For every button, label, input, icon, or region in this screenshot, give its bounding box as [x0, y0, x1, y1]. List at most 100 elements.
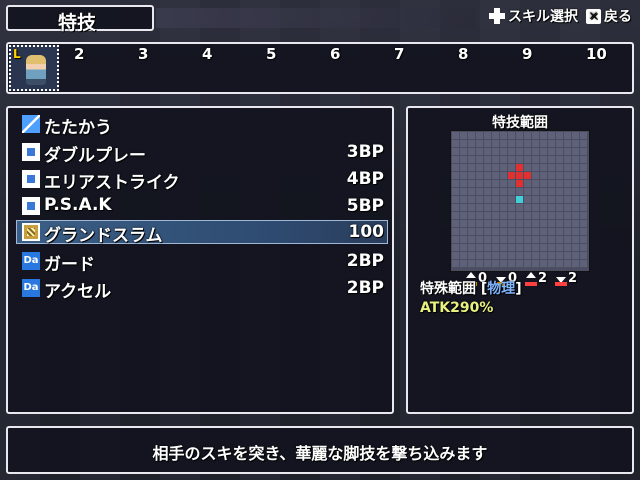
grid-cell — [540, 212, 547, 219]
party-slot-10[interactable]: 10 — [586, 45, 607, 63]
grid-cell — [580, 252, 587, 259]
party-slot-8[interactable]: 8 — [458, 45, 468, 63]
grid-cell — [492, 196, 499, 203]
grid-cell — [468, 172, 475, 179]
party-bar: L 2 3 4 5 6 7 8 9 10 — [6, 42, 634, 94]
range-grid-svg — [452, 132, 587, 267]
grid-cell — [468, 132, 475, 139]
gold-skill-icon — [22, 223, 40, 241]
skill-row-grand-slam[interactable]: グランドスラム 100 — [22, 220, 388, 246]
party-slot-9[interactable]: 9 — [522, 45, 532, 63]
grid-cell — [540, 236, 547, 243]
grid-cell — [508, 164, 515, 171]
grid-cell — [460, 140, 467, 147]
grid-cell — [532, 236, 539, 243]
grid-cell — [468, 228, 475, 235]
title-box: 特技 — [6, 5, 154, 34]
grid-cell — [452, 220, 459, 227]
grid-cell — [500, 220, 507, 227]
grid-cell — [532, 180, 539, 187]
grid-cell — [500, 244, 507, 251]
leader-badge: L — [13, 47, 21, 61]
grid-cell — [572, 156, 579, 163]
party-slot-1[interactable]: L — [9, 45, 59, 91]
grid-cell — [548, 236, 555, 243]
grid-cell — [572, 204, 579, 211]
grid-cell — [572, 236, 579, 243]
party-slot-3[interactable]: 3 — [138, 45, 148, 63]
grid-cell — [548, 228, 555, 235]
range-title: 特技範囲 — [492, 115, 548, 131]
grid-cell — [484, 236, 491, 243]
grid-cell — [572, 220, 579, 227]
grid-cell — [452, 132, 459, 139]
skill-name: ダブルプレー — [44, 146, 146, 166]
grid-cell — [460, 172, 467, 179]
grid-cell — [556, 236, 563, 243]
grid-cell — [580, 148, 587, 155]
grid-cell — [508, 148, 515, 155]
grid-cell — [500, 164, 507, 171]
grid-cell — [476, 140, 483, 147]
x-button-icon: ✕ — [586, 8, 601, 24]
grid-cell — [524, 212, 531, 219]
grid-cell — [580, 132, 587, 139]
grid-cell — [468, 148, 475, 155]
target-cell — [524, 172, 531, 179]
stat-value: 2 — [568, 271, 578, 286]
grid-cell — [564, 148, 571, 155]
range-type-close: ] — [515, 281, 522, 297]
skill-row-guard[interactable]: Da ガード 2BP — [22, 249, 388, 275]
grid-cell — [524, 236, 531, 243]
grid-cell — [540, 244, 547, 251]
grid-cell — [580, 156, 587, 163]
party-slot-2[interactable]: 2 — [74, 45, 84, 63]
grid-cell — [484, 260, 491, 267]
grid-cell — [564, 172, 571, 179]
range-type-label: 特殊範囲 [ — [420, 281, 488, 297]
grid-cell — [492, 252, 499, 259]
grid-cell — [500, 148, 507, 155]
grid-cell — [572, 140, 579, 147]
grid-cell — [492, 260, 499, 267]
grid-cell — [508, 132, 515, 139]
grid-cell — [452, 140, 459, 147]
grid-cell — [484, 212, 491, 219]
grid-cell — [524, 220, 531, 227]
party-slot-7[interactable]: 7 — [394, 45, 404, 63]
grid-cell — [532, 220, 539, 227]
grid-cell — [564, 140, 571, 147]
grid-cell — [500, 156, 507, 163]
grid-cell — [492, 236, 499, 243]
party-slot-4[interactable]: 4 — [202, 45, 212, 63]
grid-cell — [484, 164, 491, 171]
grid-cell — [452, 188, 459, 195]
hint-back[interactable]: 戻る — [604, 6, 632, 26]
grid-cell — [484, 244, 491, 251]
grid-cell — [452, 196, 459, 203]
party-slot-5[interactable]: 5 — [266, 45, 276, 63]
grid-cell — [468, 188, 475, 195]
grid-cell — [492, 172, 499, 179]
grid-cell — [468, 180, 475, 187]
grid-cell — [468, 236, 475, 243]
sword-icon — [22, 115, 40, 133]
skill-row-double-play[interactable]: ダブルプレー 3BP — [22, 140, 388, 166]
grid-cell — [468, 260, 475, 267]
square-skill-icon — [22, 197, 40, 215]
skill-row-accel[interactable]: Da アクセル 2BP — [22, 276, 388, 302]
grid-cell — [540, 220, 547, 227]
skill-row-psak[interactable]: P.S.A.K 5BP — [22, 194, 388, 218]
target-cell — [516, 172, 523, 179]
grid-cell — [532, 156, 539, 163]
grid-cell — [484, 132, 491, 139]
grid-cell — [516, 212, 523, 219]
skill-row-tatakau[interactable]: たたかう — [22, 112, 388, 138]
grid-cell — [524, 188, 531, 195]
grid-cell — [572, 148, 579, 155]
party-slot-6[interactable]: 6 — [330, 45, 340, 63]
skill-row-area-strike[interactable]: エリアストライク 4BP — [22, 167, 388, 193]
skill-cost: 2BP — [346, 251, 384, 271]
grid-cell — [508, 180, 515, 187]
grid-cell — [556, 228, 563, 235]
